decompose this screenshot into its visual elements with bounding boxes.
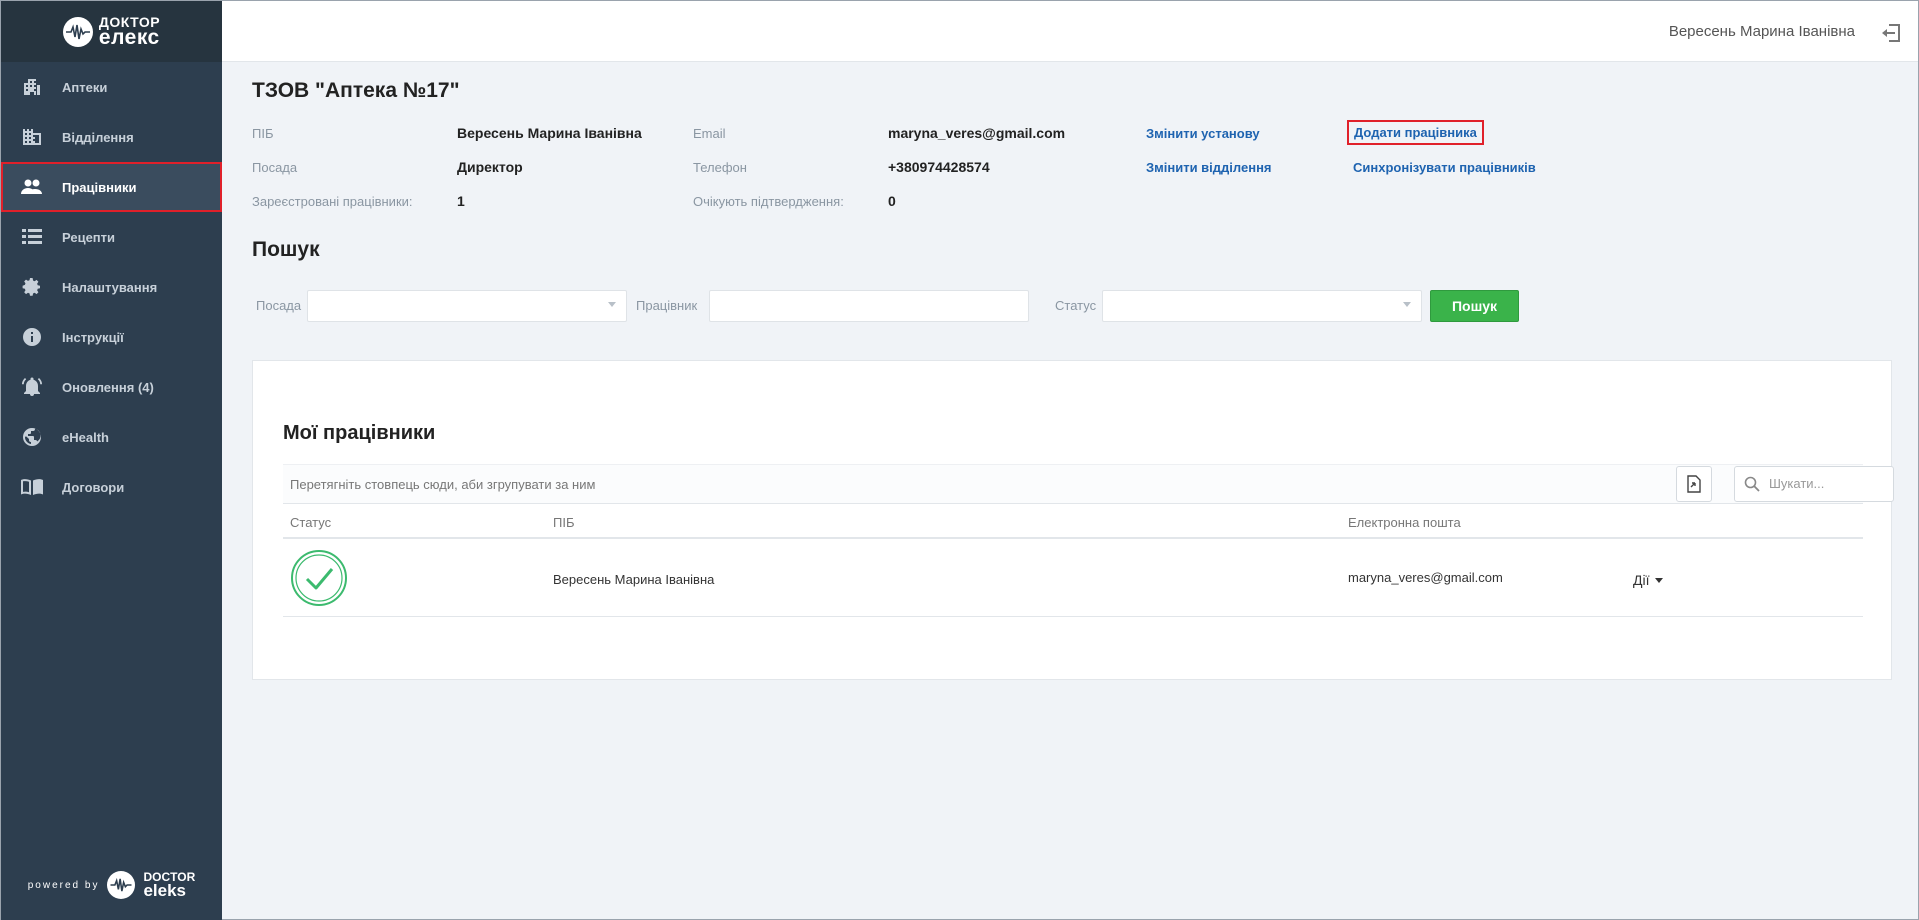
- email-value: maryna_veres@gmail.com: [888, 125, 1066, 141]
- status-filter-label: Статус: [1055, 298, 1097, 313]
- pib-label: ПІБ: [252, 126, 274, 141]
- sidebar-item-label: Оновлення (4): [62, 379, 154, 395]
- table-header: Статус ПІБ Електронна пошта: [283, 504, 1863, 539]
- employees-panel: Мої працівники Перетягніть стовпець сюди…: [252, 360, 1894, 680]
- info-icon: [21, 326, 43, 348]
- actions-dropdown[interactable]: Дії: [1633, 572, 1664, 588]
- chevron-down-icon: [1403, 302, 1411, 307]
- export-button[interactable]: [1676, 466, 1712, 502]
- column-header-email[interactable]: Електронна пошта: [1348, 515, 1461, 530]
- sidebar-item-pharmacies[interactable]: Аптеки: [1, 62, 222, 112]
- search-button[interactable]: Пошук: [1430, 290, 1519, 322]
- group-by-hint: Перетягніть стовпець сюди, аби згрупуват…: [290, 477, 596, 492]
- employee-input[interactable]: [709, 290, 1029, 322]
- users-icon: [21, 176, 43, 198]
- table-row: Вересень Марина Іванівна maryna_veres@gm…: [283, 541, 1863, 617]
- column-header-name[interactable]: ПІБ: [553, 515, 575, 530]
- sidebar-item-prescriptions[interactable]: Рецепти: [1, 212, 222, 262]
- grid-search-box[interactable]: [1734, 466, 1894, 502]
- pending-label: Очікують підтвердження:: [693, 194, 844, 209]
- bell-icon: [21, 376, 43, 398]
- current-user-name[interactable]: Вересень Марина Іванівна: [1669, 23, 1855, 40]
- powered-line2: eleks: [143, 881, 186, 900]
- powered-by-prefix: powered by: [27, 879, 100, 891]
- search-section-title: Пошук: [252, 238, 320, 261]
- brand-logo[interactable]: ДОКТОР елекс: [1, 1, 222, 62]
- sidebar-item-settings[interactable]: Налаштування: [1, 262, 222, 312]
- pib-value: Вересень Марина Іванівна: [457, 125, 642, 141]
- topbar: Вересень Марина Іванівна: [222, 1, 1918, 62]
- registered-label: Зареєстровані працівники:: [252, 194, 413, 209]
- sidebar-item-updates[interactable]: Оновлення (4): [1, 362, 222, 412]
- sidebar: ДОКТОР елекс Аптеки Відділення Працівник…: [1, 1, 222, 920]
- gear-icon: [21, 276, 43, 298]
- phone-value: +380974428574: [888, 159, 990, 175]
- powered-by-brand: DOCTOR eleks: [143, 871, 195, 899]
- position-filter-label: Посада: [256, 298, 302, 313]
- page-title: ТЗОВ "Аптека №17": [252, 79, 460, 102]
- change-institution-link[interactable]: Змінити установу: [1146, 126, 1260, 141]
- caret-down-icon: [1655, 577, 1664, 583]
- employee-name: Вересень Марина Іванівна: [553, 572, 715, 587]
- email-label: Email: [693, 126, 726, 141]
- position-label: Посада: [252, 160, 298, 175]
- building-icon: [21, 76, 43, 98]
- globe-icon: [21, 426, 43, 448]
- heartbeat-logo-icon: [107, 871, 136, 899]
- change-branch-link[interactable]: Змінити відділення: [1146, 160, 1272, 175]
- sidebar-item-label: Договори: [62, 479, 125, 495]
- sidebar-item-label: eHealth: [62, 429, 109, 445]
- sidebar-item-ehealth[interactable]: eHealth: [1, 412, 222, 462]
- registered-value: 1: [457, 193, 465, 209]
- sidebar-item-label: Налаштування: [62, 279, 158, 295]
- phone-label: Телефон: [693, 160, 747, 175]
- logout-icon[interactable]: [1880, 22, 1902, 44]
- brand-text: ДОКТОР елекс: [99, 15, 160, 48]
- heartbeat-logo-icon: [62, 16, 93, 47]
- book-icon: [21, 476, 43, 498]
- sidebar-item-instructions[interactable]: Інструкції: [1, 312, 222, 362]
- sync-employees-link[interactable]: Синхронізувати працівників: [1353, 160, 1536, 175]
- brand-line2: елекс: [98, 26, 160, 49]
- sidebar-item-branches[interactable]: Відділення: [1, 112, 222, 162]
- sidebar-item-employees[interactable]: Працівники: [1, 162, 222, 212]
- branch-building-icon: [21, 126, 43, 148]
- sidebar-nav: Аптеки Відділення Працівники Рецепти Нал…: [1, 62, 222, 512]
- search-icon: [1744, 476, 1760, 492]
- list-icon: [21, 226, 43, 248]
- add-employee-link[interactable]: Додати працівника: [1347, 120, 1484, 145]
- position-value: Директор: [457, 159, 523, 175]
- position-select[interactable]: [307, 290, 627, 322]
- powered-by: powered by DOCTOR eleks: [1, 871, 222, 899]
- employee-email: maryna_veres@gmail.com: [1348, 570, 1503, 585]
- export-icon: [1687, 475, 1701, 493]
- pending-value: 0: [888, 193, 896, 209]
- sidebar-item-label: Аптеки: [62, 79, 108, 95]
- status-select[interactable]: [1102, 290, 1422, 322]
- grid-search-input[interactable]: [1769, 476, 1885, 491]
- sidebar-item-label: Інструкції: [62, 329, 124, 345]
- confirmed-status-icon: [291, 550, 347, 606]
- sidebar-item-label: Працівники: [62, 179, 137, 195]
- actions-label: Дії: [1633, 572, 1650, 588]
- sidebar-item-label: Рецепти: [62, 229, 116, 245]
- employee-filter-label: Працівник: [636, 298, 698, 313]
- column-header-status[interactable]: Статус: [290, 515, 331, 530]
- chevron-down-icon: [608, 302, 616, 307]
- group-by-bar[interactable]: Перетягніть стовпець сюди, аби згрупуват…: [283, 464, 1894, 504]
- sidebar-item-contracts[interactable]: Договори: [1, 462, 222, 512]
- sidebar-item-label: Відділення: [62, 129, 134, 145]
- employees-title: Мої працівники: [283, 422, 436, 444]
